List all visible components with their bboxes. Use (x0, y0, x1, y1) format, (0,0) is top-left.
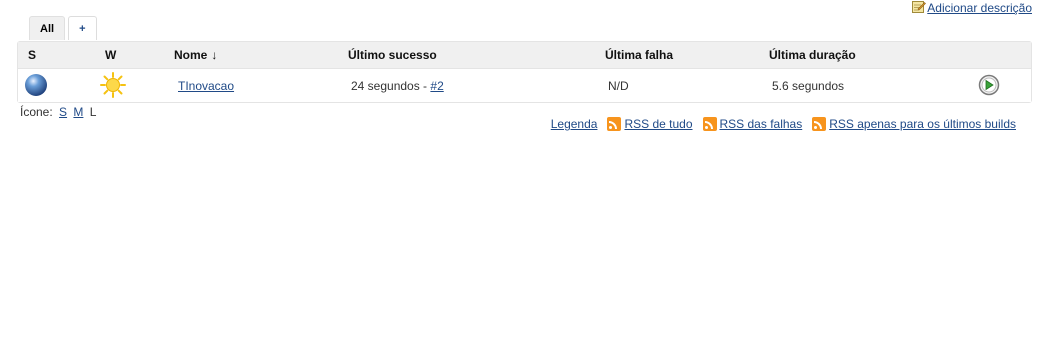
last-success-cell: 24 segundos - #2 (351, 79, 444, 93)
column-name[interactable]: Nome ↓ (174, 48, 217, 62)
sunny-icon (100, 72, 126, 101)
tab-all[interactable]: All (29, 16, 66, 40)
rss-all[interactable]: RSS de tudo (607, 117, 693, 131)
icon-size-small[interactable]: S (59, 105, 67, 119)
rss-latest[interactable]: RSS apenas para os últimos builds (812, 117, 1016, 131)
table-row: TInovacao 24 segundos - #2 N/D 5.6 segun… (18, 69, 1031, 102)
tab-new-view[interactable]: + (68, 16, 97, 40)
footer-links: Legenda RSS de tudo RSS das falhas RSS a… (551, 117, 1016, 131)
column-weather[interactable]: W (105, 48, 116, 62)
edit-note-icon (912, 0, 927, 16)
rss-all-link[interactable]: RSS de tudo (624, 117, 692, 131)
last-success-time: 24 segundos - (351, 78, 431, 93)
last-failure-cell: N/D (608, 78, 629, 93)
last-duration-cell: 5.6 segundos (772, 78, 845, 93)
column-last-failure[interactable]: Última falha (605, 48, 673, 62)
rss-failures[interactable]: RSS das falhas (702, 117, 803, 131)
column-name-label: Nome (174, 48, 208, 62)
column-last-duration[interactable]: Última duração (769, 48, 856, 62)
icon-size-medium[interactable]: M (73, 105, 83, 119)
job-link[interactable]: TInovacao (178, 79, 234, 93)
icon-size-large: L (89, 105, 97, 119)
add-description[interactable]: Adicionar descrição (912, 0, 1032, 16)
rss-icon (607, 117, 622, 131)
view-tabs: All + (29, 16, 97, 40)
rss-failures-link[interactable]: RSS das falhas (720, 117, 803, 131)
build-link[interactable]: #2 (430, 79, 443, 93)
projects-table: S W Nome ↓ Último sucesso Última falha Úl… (17, 41, 1032, 103)
column-last-success[interactable]: Último sucesso (348, 48, 437, 62)
add-description-link[interactable]: Adicionar descrição (927, 1, 1032, 15)
table-header: S W Nome ↓ Último sucesso Última falha Úl… (18, 42, 1031, 69)
legend-link[interactable]: Legenda (551, 117, 598, 131)
icon-size-label: Ícone: (20, 105, 53, 119)
rss-icon (702, 117, 717, 131)
blue-ball-icon (24, 73, 48, 100)
rss-latest-link[interactable]: RSS apenas para os últimos builds (829, 117, 1016, 131)
column-status[interactable]: S (28, 48, 36, 62)
sort-arrow-icon: ↓ (211, 48, 218, 62)
icon-size-selector: Ícone: S M L (20, 105, 96, 119)
schedule-build-icon[interactable] (978, 74, 1000, 99)
rss-icon (812, 117, 827, 131)
